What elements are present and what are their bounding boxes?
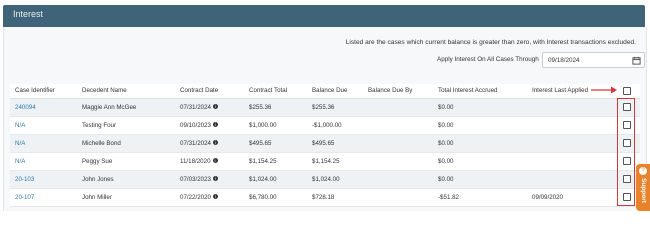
- col-contract-date[interactable]: Contract Date: [175, 84, 244, 99]
- balance-due: -$1,000.00: [307, 116, 363, 135]
- contract-date-cell: 07/22/2020 i: [175, 188, 244, 207]
- panel-header: Interest: [3, 5, 645, 27]
- red-arrow-annotation: [591, 86, 617, 94]
- interest-last-applied: [527, 98, 613, 117]
- contract-date: 07/22/2020: [180, 193, 211, 201]
- balance-due-by: [363, 170, 433, 189]
- info-icon[interactable]: i: [212, 176, 218, 182]
- contract-date-cell: 07/31/2024 i: [175, 134, 244, 153]
- info-icon[interactable]: i: [212, 122, 218, 128]
- interest-last-applied: 09/09/2020: [527, 188, 613, 207]
- balance-due: $728.18: [307, 188, 363, 207]
- row-select-cell: [613, 116, 640, 135]
- col-balance-due-by[interactable]: Balance Due By: [363, 84, 433, 99]
- calendar-icon[interactable]: [632, 56, 641, 65]
- total-interest-accrued: -$51.82: [433, 188, 527, 207]
- info-icon[interactable]: i: [212, 194, 218, 200]
- support-label: Support: [640, 178, 647, 203]
- decedent-name: John Jones: [77, 170, 175, 189]
- row-checkbox[interactable]: [622, 157, 631, 165]
- decedent-name: Maggie Ann McGee: [77, 98, 175, 117]
- row-checkbox[interactable]: [622, 193, 631, 201]
- balance-due-by: [363, 152, 433, 171]
- apply-interest-label: Apply Interest On All Cases Through: [437, 56, 539, 63]
- total-interest-accrued: $0.00: [433, 170, 527, 189]
- case-id-link[interactable]: 20-103: [10, 170, 77, 189]
- contract-total: $6,780.00: [244, 188, 307, 207]
- contract-date-cell: 07/31/2024 i: [175, 98, 244, 117]
- decedent-name: Peggy Sue: [77, 152, 175, 171]
- contract-total: $1,154.25: [244, 152, 307, 171]
- contract-date: 09/10/2023: [180, 121, 211, 129]
- interest-last-applied: [527, 134, 613, 153]
- contract-total: $1,000.00: [244, 116, 307, 135]
- info-icon[interactable]: i: [212, 104, 218, 110]
- case-id-link[interactable]: N/A: [10, 134, 77, 153]
- contract-date: 07/31/2024: [180, 103, 211, 111]
- date-value: 09/18/2024: [548, 57, 580, 64]
- contract-date: 07/31/2024: [180, 139, 211, 147]
- table-header-row: Case Identifier Decedent Name Contract D…: [10, 84, 640, 99]
- row-checkbox[interactable]: [622, 139, 631, 147]
- balance-due-by: [363, 116, 433, 135]
- balance-due: $1,154.25: [307, 152, 363, 171]
- row-select-cell: [613, 98, 640, 117]
- case-id-link[interactable]: 20-107: [10, 188, 77, 207]
- col-total-interest-accrued[interactable]: Total Interest Accrued: [433, 84, 527, 99]
- info-icon[interactable]: i: [212, 158, 218, 164]
- contract-date-cell: 07/03/2023 i: [175, 170, 244, 189]
- decedent-name: John Miller: [77, 188, 175, 207]
- support-icon: ?: [639, 167, 647, 175]
- col-balance-due[interactable]: Balance Due: [307, 84, 363, 99]
- interest-last-applied: [527, 170, 613, 189]
- balance-due-by: [363, 98, 433, 117]
- row-checkbox[interactable]: [622, 175, 631, 183]
- interest-last-applied: [527, 116, 613, 135]
- support-tab[interactable]: ? Support: [636, 164, 650, 211]
- balance-due-by: [363, 134, 433, 153]
- apply-interest-date-input[interactable]: 09/18/2024: [542, 52, 645, 68]
- total-interest-accrued: $0.00: [433, 152, 527, 171]
- case-id-link[interactable]: N/A: [10, 116, 77, 135]
- total-interest-accrued: $0.00: [433, 134, 527, 153]
- table-row: N/A Testing Four 09/10/2023 i $1,000.00 -…: [10, 116, 640, 135]
- contract-date-cell: 11/18/2020 i: [175, 152, 244, 171]
- panel-title: Interest: [13, 9, 44, 19]
- contract-total: $495.65: [244, 134, 307, 153]
- contract-total: $1,024.00: [244, 170, 307, 189]
- info-icon[interactable]: i: [212, 140, 218, 146]
- table-row: N/A Peggy Sue 11/18/2020 i $1,154.25 $1,1…: [10, 152, 640, 171]
- interest-table: Case Identifier Decedent Name Contract D…: [10, 84, 640, 207]
- balance-due: $1,024.00: [307, 170, 363, 189]
- contract-date: 07/03/2023: [180, 175, 211, 183]
- balance-due-by: [363, 188, 433, 207]
- contract-total: $255.36: [244, 98, 307, 117]
- col-case-identifier[interactable]: Case Identifier: [10, 84, 77, 99]
- case-id-link[interactable]: N/A: [10, 152, 77, 171]
- total-interest-accrued: $0.00: [433, 116, 527, 135]
- table-row: 20-103 John Jones 07/03/2023 i $1,024.00 …: [10, 170, 640, 189]
- contract-date: 11/18/2020: [180, 157, 211, 165]
- col-decedent-name[interactable]: Decedent Name: [77, 84, 175, 99]
- decedent-name: Michelle Bond: [77, 134, 175, 153]
- table-row: N/A Michelle Bond 07/31/2024 i $495.65 $4…: [10, 134, 640, 153]
- info-text: Listed are the cases which current balan…: [345, 39, 636, 46]
- case-id-link[interactable]: 240094: [10, 98, 77, 117]
- interest-last-applied: [527, 152, 613, 171]
- row-checkbox[interactable]: [622, 103, 631, 111]
- table-row: 20-107 John Miller 07/22/2020 i $6,780.00…: [10, 188, 640, 207]
- table-row: 240094 Maggie Ann McGee 07/31/2024 i $255…: [10, 98, 640, 117]
- row-select-cell: [613, 134, 640, 153]
- select-all-checkbox[interactable]: [622, 86, 631, 95]
- contract-date-cell: 09/10/2023 i: [175, 116, 244, 135]
- balance-due: $255.36: [307, 98, 363, 117]
- total-interest-accrued: $0.00: [433, 98, 527, 117]
- row-checkbox[interactable]: [622, 121, 631, 129]
- decedent-name: Testing Four: [77, 116, 175, 135]
- col-contract-total[interactable]: Contract Total: [244, 84, 307, 99]
- balance-due: $495.65: [307, 134, 363, 153]
